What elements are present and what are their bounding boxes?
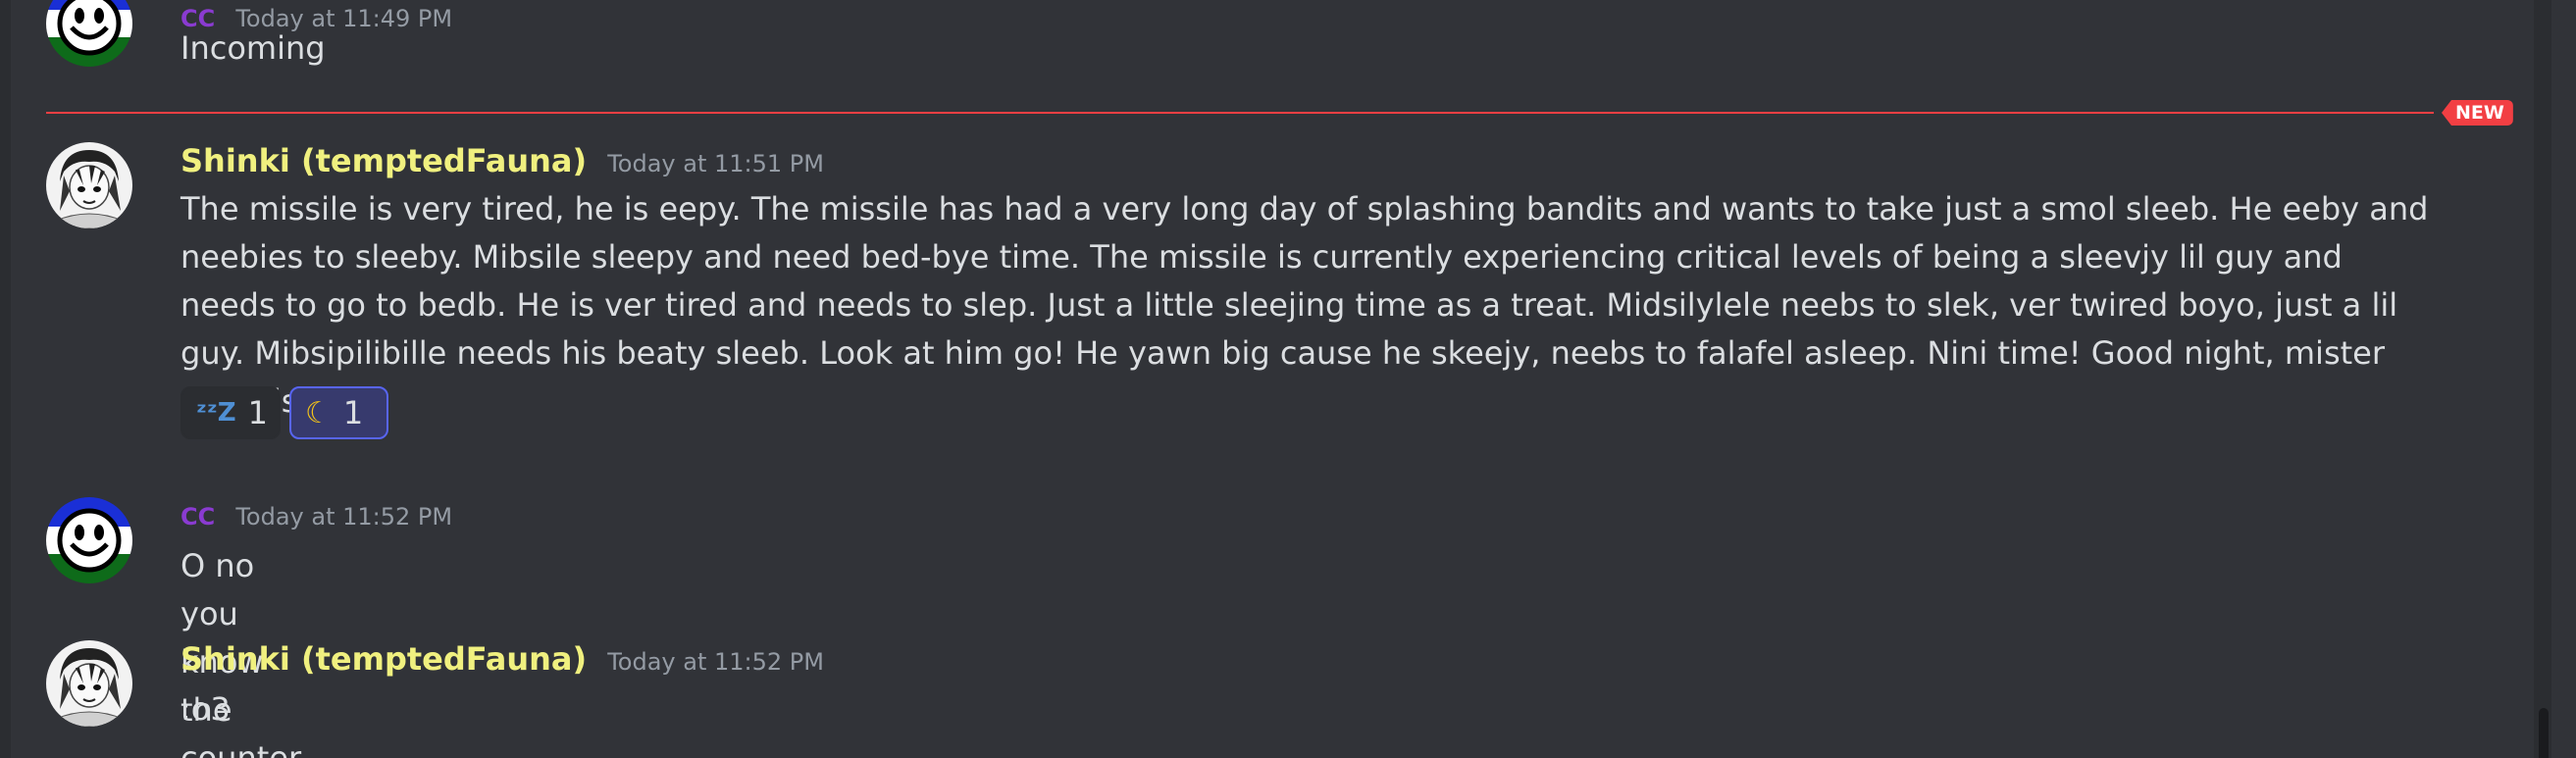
message-content: :o3 [180, 690, 231, 728]
zzz-icon: ᶻᶻZ [196, 398, 236, 428]
scrollbar-thumb[interactable] [2539, 708, 2549, 758]
chat-message-list: CC Today at 11:49 PM Incoming NEW Shinki [11, 0, 2541, 758]
message-content: The missile is very tired, he is eepy. T… [180, 190, 2429, 420]
smiley-flag-avatar-icon [46, 497, 132, 583]
anime-sketch-avatar-icon [46, 640, 132, 727]
username[interactable]: Shinki (temptedFauna) [180, 640, 587, 678]
crescent-moon-icon: ☾ [305, 395, 332, 430]
smiley-flag-avatar-icon [46, 0, 132, 67]
reaction-count: 1 [247, 394, 268, 431]
new-messages-divider [46, 112, 2434, 114]
reaction-count: 1 [342, 394, 364, 431]
reaction-crescent-moon[interactable]: ☾ 1 [289, 386, 388, 439]
left-edge-panel [0, 0, 11, 758]
avatar[interactable] [46, 497, 132, 583]
new-badge: NEW [2442, 100, 2513, 126]
scrollbar-track[interactable] [2534, 0, 2551, 758]
message-content: Incoming [180, 29, 326, 67]
message-header: Shinki (temptedFauna) Today at 11:52 PM [180, 640, 824, 678]
reaction-zzz[interactable]: ᶻᶻZ 1 [180, 386, 281, 439]
username[interactable]: CC [180, 503, 215, 531]
username[interactable]: Shinki (temptedFauna) [180, 142, 587, 179]
avatar[interactable] [46, 640, 132, 727]
avatar[interactable] [46, 0, 132, 67]
timestamp[interactable]: Today at 11:52 PM [607, 648, 824, 676]
anime-sketch-avatar-icon [46, 142, 132, 228]
timestamp[interactable]: Today at 11:51 PM [607, 150, 824, 177]
avatar[interactable] [46, 142, 132, 228]
message-header: Shinki (temptedFauna) Today at 11:51 PM [180, 142, 824, 179]
timestamp[interactable]: Today at 11:52 PM [235, 503, 452, 531]
message-header: CC Today at 11:52 PM [180, 503, 452, 531]
